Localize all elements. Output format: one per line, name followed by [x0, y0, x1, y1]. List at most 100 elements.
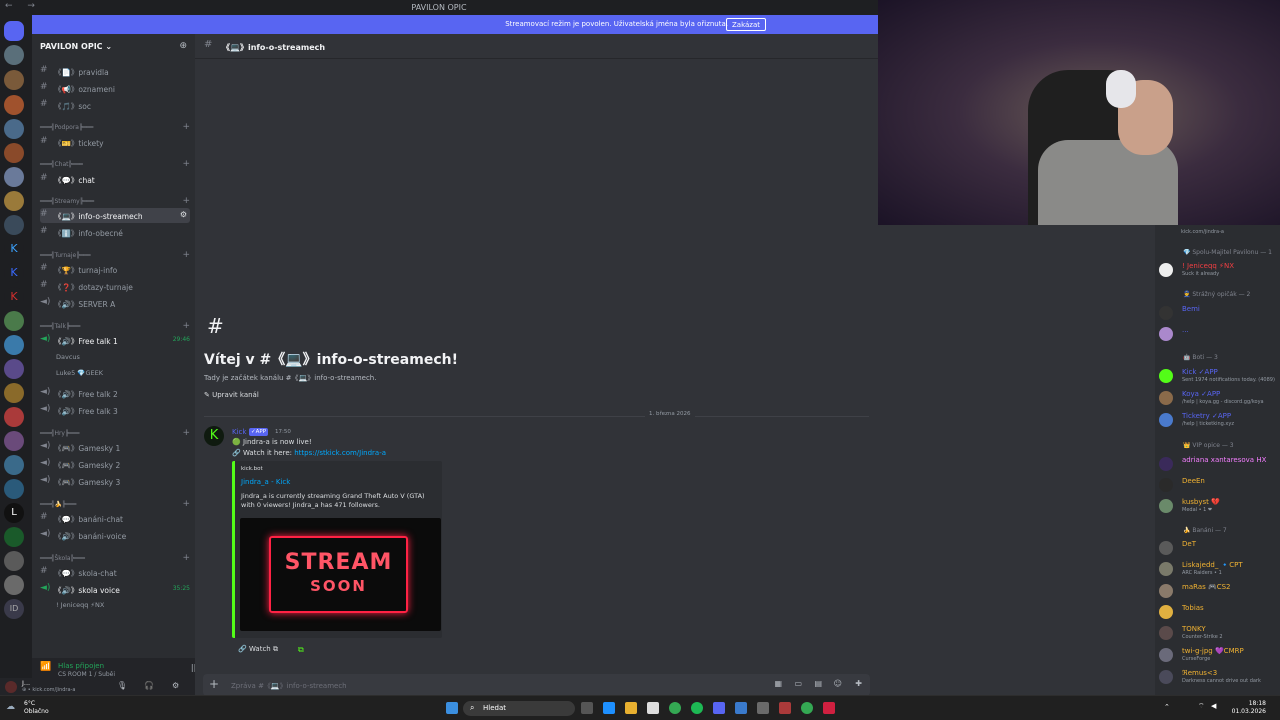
channel-tickety[interactable]: # 《🎫》tickety	[40, 135, 190, 150]
voice-user-luke[interactable]: Luke5 💎GEEK	[56, 369, 103, 377]
taskbar-search[interactable]: ⌕ Hledat	[463, 701, 575, 716]
member-liskajedd[interactable]: Liskajedd_ 🔹CPT ARC Raiders • 1	[1159, 560, 1279, 578]
member-jeniceqq[interactable]: ! Jeniceqq ⚡NX Suck it already	[1159, 261, 1279, 279]
member-koya-bot[interactable]: Koya ✓APP/help | koya.gg - discord.gg/ko…	[1159, 389, 1279, 407]
add-channel-icon[interactable]: +	[182, 321, 190, 331]
kick-k-icon[interactable]: K	[4, 239, 24, 259]
server-icon[interactable]	[4, 359, 24, 379]
member-kusbyst[interactable]: kusbyst 💔 Medal • 1 ❤	[1159, 497, 1279, 515]
server-icon[interactable]	[4, 95, 24, 115]
gif-icon[interactable]: ▤	[814, 679, 822, 688]
message-author[interactable]: Kick	[232, 428, 246, 436]
voice-user-jeniceqq[interactable]: ! Jeniceqq ⚡NX	[56, 601, 104, 609]
member-kick-bot[interactable]: Kick ✓APP Sent 1974 notifications today. …	[1159, 367, 1279, 385]
channel-soc[interactable]: # 《🎵》soc	[40, 98, 190, 113]
channel-oznameni[interactable]: # 《📢》oznameni	[40, 81, 190, 96]
server-icon[interactable]	[4, 45, 24, 65]
server-icon[interactable]	[4, 311, 24, 331]
server-icon[interactable]	[4, 215, 24, 235]
server-dl-icon[interactable]: L	[4, 503, 24, 523]
channel-pravidla[interactable]: # 《📄》pravidla	[40, 64, 190, 79]
gift-icon[interactable]: ▭	[794, 679, 802, 688]
volume-icon[interactable]: ◀	[1211, 702, 1216, 710]
server-k-icon[interactable]: K	[4, 263, 24, 283]
file-explorer-icon[interactable]	[625, 702, 637, 714]
server-icon[interactable]	[4, 431, 24, 451]
server-icon[interactable]	[4, 575, 24, 595]
category-turnaje[interactable]: ═══╣Turnaje╠═══ +	[40, 250, 190, 260]
add-channel-icon[interactable]: +	[182, 553, 190, 563]
member-twi-g-jpg[interactable]: twi-g-jpg 💜CMRP CurseForge	[1159, 646, 1279, 664]
server-icon[interactable]	[4, 167, 24, 187]
category-skola[interactable]: ═══╣Škola╠═══ +	[40, 553, 190, 563]
message-composer[interactable]: + Zpráva #《💻》info-o-streamech ▦ ▭ ▤ ☺ ✚	[203, 674, 870, 696]
app-icon[interactable]	[823, 702, 835, 714]
category-talk[interactable]: ═══╣Talk╠═══ +	[40, 321, 190, 331]
server-icon[interactable]	[4, 383, 24, 403]
voice-channel-gamesky-3[interactable]: ◄) 《🎮》Gamesky 3	[40, 474, 190, 489]
spotify-icon[interactable]	[691, 702, 703, 714]
server-red-icon[interactable]: K	[4, 287, 24, 307]
category-banani[interactable]: ═══╣🍌╠═══ +	[40, 499, 190, 509]
add-channel-icon[interactable]: +	[182, 122, 190, 132]
channel-chat[interactable]: # 《💬》chat	[40, 172, 190, 187]
voice-channel-free-talk-2[interactable]: ◄) 《🔊》Free talk 2	[40, 386, 190, 401]
server-icon[interactable]	[4, 479, 24, 499]
invite-people-icon[interactable]: ⊕	[179, 41, 187, 51]
channel-info-o-streamech[interactable]: # 《💻》info-o-streamech ⚙	[40, 208, 190, 223]
discord-taskbar-icon[interactable]	[713, 702, 725, 714]
server-icon[interactable]	[4, 119, 24, 139]
channel-turnaj-info[interactable]: # 《🏆》turnaj-info	[40, 262, 190, 277]
server-icon[interactable]	[4, 191, 24, 211]
channel-skola-chat[interactable]: # 《💬》skola-chat	[40, 565, 190, 580]
server-id-icon[interactable]: ID	[4, 599, 24, 619]
voice-user-davcus[interactable]: Davcus	[56, 353, 80, 361]
member-redacted[interactable]: ...	[1159, 325, 1279, 343]
app-icon[interactable]	[735, 702, 747, 714]
member-tobias[interactable]: Tobias	[1159, 603, 1279, 621]
channel-info-obecne[interactable]: # 《ℹ️》info-obecné	[40, 225, 190, 240]
server-icon[interactable]	[4, 455, 24, 475]
channel-dotazy-turnaje[interactable]: # 《❓》dotazy-turnaje	[40, 279, 190, 294]
taskbar-clock[interactable]: 18:18 01.03.2026	[1232, 700, 1266, 716]
server-icon[interactable]	[4, 143, 24, 163]
chrome-icon[interactable]	[801, 702, 813, 714]
member-tonky[interactable]: TONKY Counter-Strike 2	[1159, 624, 1279, 642]
add-channel-icon[interactable]: +	[182, 196, 190, 206]
disable-streamer-mode-button[interactable]: Zakázat	[725, 18, 766, 31]
microphone-icon[interactable]: 🎙	[117, 681, 127, 690]
voice-channel-gamesky-1[interactable]: ◄) 《🎮》Gamesky 1	[40, 440, 190, 455]
member-adriana[interactable]: adriana xantaresova HX	[1159, 455, 1279, 473]
emoji-icon[interactable]: ☺	[834, 679, 842, 688]
channel-settings-icon[interactable]: ⚙	[180, 210, 187, 219]
voice-channel-free-talk-3[interactable]: ◄) 《🔊》Free talk 3	[40, 403, 190, 418]
server-name[interactable]: PAVILON OPIC ⌄	[40, 42, 112, 51]
server-icon[interactable]	[4, 335, 24, 355]
stream-link[interactable]: https://stkick.com/Jindra-a	[294, 449, 386, 457]
add-channel-icon[interactable]: +	[182, 499, 190, 509]
kick-link-icon[interactable]: ⧉	[298, 645, 304, 655]
member-ticketry-bot[interactable]: Ticketry ✓APP/help | ticketking.xyz	[1159, 411, 1279, 429]
member-bemi[interactable]: Bemi	[1159, 304, 1279, 322]
app-launcher-icon[interactable]: ▦	[774, 679, 782, 688]
category-podpora[interactable]: ═══╣Podpora╠═══ +	[40, 122, 190, 132]
voice-channel-banani-voice[interactable]: ◄) 《🔊》banáni-voice	[40, 528, 190, 543]
app-icon[interactable]	[779, 702, 791, 714]
attach-plus-icon[interactable]: +	[209, 677, 219, 691]
weather-icon[interactable]: ☁	[6, 702, 15, 712]
chrome-icon[interactable]	[669, 702, 681, 714]
tray-chevron-icon[interactable]: ⌃	[1164, 703, 1170, 711]
add-channel-icon[interactable]: +	[182, 159, 190, 169]
edit-channel-button[interactable]: ✎ Upravit kanál	[204, 391, 259, 399]
channel-banani-chat[interactable]: # 《💬》banáni-chat	[40, 511, 190, 526]
server-icon[interactable]	[4, 527, 24, 547]
kick-bot-avatar[interactable]: K	[204, 426, 224, 446]
member-remus[interactable]: ℜemus<3 Darkness cannot drive out dark	[1159, 668, 1279, 686]
member-maras[interactable]: maRas 🎮CS2	[1159, 582, 1279, 600]
add-channel-icon[interactable]: +	[182, 250, 190, 260]
add-channel-icon[interactable]: +	[182, 428, 190, 438]
voice-channel-gamesky-2[interactable]: ◄) 《🎮》Gamesky 2	[40, 457, 190, 472]
network-icon[interactable]: ⌔	[1198, 702, 1205, 711]
embed-title-link[interactable]: Jindra_a - Kick	[241, 478, 290, 486]
voice-channel-skola-voice[interactable]: ◄) 《🔊》skola voice 35:25	[40, 582, 190, 597]
